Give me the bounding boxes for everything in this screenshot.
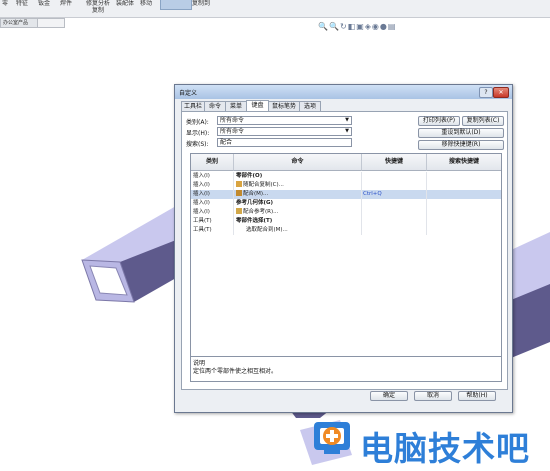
row-shortcut[interactable] [363, 208, 427, 217]
copy-mate-icon [236, 181, 242, 187]
category-value: 所有命令 [220, 117, 245, 124]
customize-dialog: 自定义 ? ✕ 工具栏 命令 菜单 键盘 鼠标笔势 选项 类别(A): 所有命令… [174, 84, 513, 413]
row-category: 插入(I) [193, 199, 234, 208]
table-row[interactable]: 插入(I) 参考几何体(G) [191, 199, 501, 208]
reset-to-default-button[interactable]: 重设到默认(D) [418, 128, 504, 138]
chevron-down-icon: ▼ [345, 117, 349, 123]
row-command: 配合参考(R)... [243, 209, 279, 215]
watermark-text: 电脑技术吧 [360, 429, 530, 468]
row-command: 选取配合到(M)... [246, 226, 362, 235]
show-label: 显示(H): [186, 130, 210, 137]
search-value: 配合 [220, 139, 233, 146]
copy-list-button[interactable]: 复制列表(C) [462, 116, 504, 126]
row-command: 参考几何体(G) [236, 199, 362, 208]
dialog-title: 自定义 [179, 90, 198, 97]
tab-toolbars[interactable]: 工具栏 [181, 101, 205, 111]
category-label: 类别(A): [186, 119, 209, 126]
chevron-down-icon: ▼ [345, 128, 349, 134]
column-header-category[interactable]: 类别 [191, 154, 234, 171]
tab-menus[interactable]: 菜单 [225, 101, 247, 111]
show-value: 所有命令 [220, 128, 245, 135]
description-box: 说明 定位两个零部件使之相互相对。 [190, 356, 502, 382]
category-select[interactable]: 所有命令 ▼ [217, 116, 352, 125]
mate-icon [236, 190, 242, 196]
keyboard-panel: 类别(A): 所有命令 ▼ 显示(H): 所有命令 ▼ 搜索(S): 配合 打印… [181, 111, 508, 390]
row-category: 工具(T) [193, 226, 234, 235]
row-command: 零部件选择(T) [236, 217, 362, 226]
row-command: 零部件(O) [236, 172, 362, 181]
watermark-logo-icon [314, 422, 350, 454]
help-button[interactable]: 帮助(H) [458, 391, 496, 401]
row-shortcut[interactable]: Ctrl+Q [363, 190, 427, 199]
row-category: 插入(I) [193, 181, 234, 190]
remove-shortcut-button[interactable]: 移除快捷键(R) [418, 140, 504, 150]
table-row[interactable]: 插入(I) 配合参考(R)... [191, 208, 501, 217]
dialog-titlebar[interactable]: 自定义 ? ✕ [175, 85, 512, 99]
help-icon[interactable]: ? [479, 87, 493, 98]
table-row[interactable]: 插入(I) 零部件(O) [191, 172, 501, 181]
description-text: 定位两个零部件使之相互相对。 [193, 368, 278, 375]
row-command: 随配合复制(C)... [243, 182, 284, 188]
print-list-button[interactable]: 打印列表(P) [418, 116, 460, 126]
column-header-shortcut[interactable]: 快捷键 [362, 154, 427, 171]
row-category: 插入(I) [193, 190, 234, 199]
row-command-cell: 配合(M)... [236, 190, 362, 199]
tab-commands[interactable]: 命令 [204, 101, 226, 111]
row-shortcut[interactable] [363, 199, 427, 208]
row-category: 插入(I) [193, 208, 234, 217]
table-row[interactable]: 工具(T) 零部件选择(T) [191, 217, 501, 226]
close-icon[interactable]: ✕ [493, 87, 509, 98]
mate-reference-icon [236, 208, 242, 214]
row-shortcut[interactable] [363, 217, 427, 226]
row-shortcut[interactable] [363, 226, 427, 235]
cancel-button[interactable]: 取消 [414, 391, 452, 401]
ok-button[interactable]: 确定 [370, 391, 408, 401]
row-shortcut[interactable] [363, 181, 427, 190]
show-select[interactable]: 所有命令 ▼ [217, 127, 352, 136]
column-header-command[interactable]: 命令 [234, 154, 362, 171]
table-row-selected[interactable]: 插入(I) 配合(M)... Ctrl+Q [191, 190, 501, 199]
row-command-cell: 配合参考(R)... [236, 208, 362, 217]
column-header-search-shortcut[interactable]: 搜索快捷键 [427, 154, 501, 171]
table-row[interactable]: 工具(T) 选取配合到(M)... [191, 226, 501, 235]
table-row[interactable]: 插入(I) 随配合复制(C)... [191, 181, 501, 190]
row-category: 插入(I) [193, 172, 234, 181]
tab-mouse-gestures[interactable]: 鼠标笔势 [268, 101, 300, 111]
shortcut-table: 类别 命令 快捷键 搜索快捷键 插入(I) 零部件(O) 插入(I) 随配合复制… [190, 153, 502, 379]
row-shortcut[interactable] [363, 172, 427, 181]
row-command: 配合(M)... [243, 191, 269, 197]
search-label: 搜索(S): [186, 141, 209, 148]
search-input[interactable]: 配合 [217, 138, 352, 147]
row-command-cell: 随配合复制(C)... [236, 181, 362, 190]
row-category: 工具(T) [193, 217, 234, 226]
tab-options[interactable]: 选项 [299, 101, 321, 111]
